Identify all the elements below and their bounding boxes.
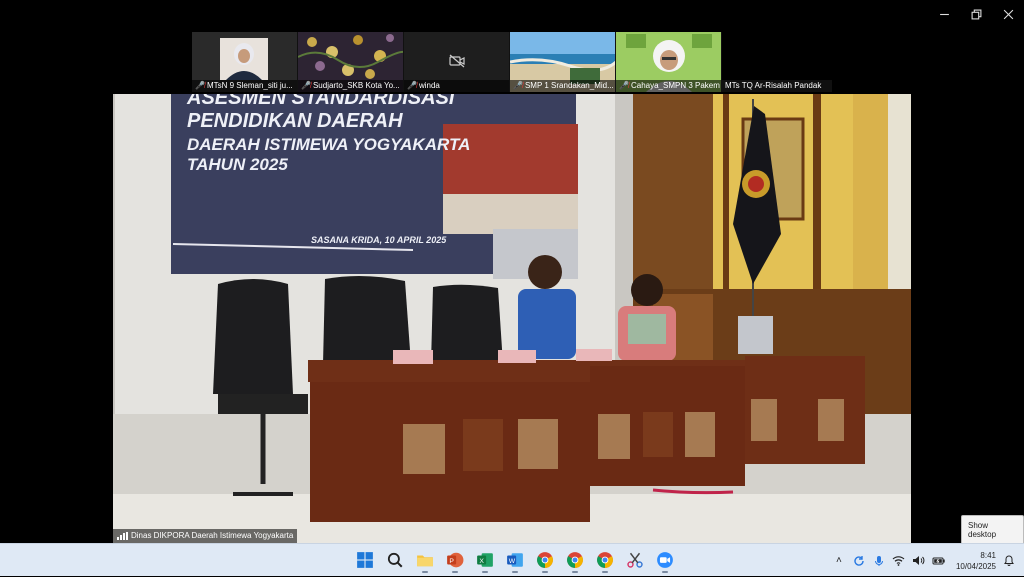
window-controls xyxy=(928,0,1024,28)
signal-strength-icon xyxy=(117,532,128,540)
participant-name: 🎤̸ SMP 1 Srandakan_Mid... xyxy=(510,80,615,92)
participant-tile[interactable]: 🎤̸ SMP 1 Srandakan_Mid... xyxy=(510,32,616,92)
participant-name: MTs TQ Ar-Risalah Pandak xyxy=(722,80,832,92)
close-icon xyxy=(1003,9,1013,19)
chrome-icon[interactable] xyxy=(562,547,588,573)
restore-icon xyxy=(971,9,981,19)
notification-bell-icon[interactable] xyxy=(1002,554,1016,568)
minimize-button[interactable] xyxy=(928,0,960,28)
slide-line-3: DAERAH ISTIMEWA YOGYAKARTA xyxy=(187,135,471,154)
chrome-icon[interactable] xyxy=(592,547,618,573)
show-desktop-tooltip: Show desktop xyxy=(961,515,1024,545)
participant-tile[interactable]: 🎤̸ Cahaya_SMPN 3 Pakem xyxy=(616,32,722,92)
sync-icon[interactable] xyxy=(852,554,866,568)
participant-tile[interactable]: 🎤̸ winda xyxy=(404,32,510,92)
close-button[interactable] xyxy=(992,0,1024,28)
maximize-button[interactable] xyxy=(960,0,992,28)
zoom-icon[interactable] xyxy=(652,547,678,573)
speaker-icon[interactable] xyxy=(912,554,926,568)
participant-tile[interactable]: MTs TQ Ar-Risalah Pandak xyxy=(722,32,832,92)
battery-icon[interactable] xyxy=(932,554,946,568)
svg-text:X: X xyxy=(479,558,484,565)
powerpoint-icon[interactable]: P xyxy=(442,547,468,573)
participant-name: 🎤̸ MTsN 9 Sleman_siti ju... xyxy=(192,80,297,92)
microphone-icon[interactable] xyxy=(872,554,886,568)
participant-tile[interactable]: 🎤̸ MTsN 9 Sleman_siti ju... xyxy=(192,32,298,92)
slide-line-4: TAHUN 2025 xyxy=(187,154,288,174)
chrome-icon[interactable] xyxy=(532,547,558,573)
excel-icon[interactable]: X xyxy=(472,547,498,573)
participant-tile[interactable]: 🎤̸ Sudjarto_SKB Kota Yo... xyxy=(298,32,404,92)
clock-date: 10/04/2025 xyxy=(955,561,996,571)
svg-text:P: P xyxy=(449,558,454,565)
word-icon[interactable]: W xyxy=(502,547,528,573)
mic-muted-icon: 🎤̸ xyxy=(195,81,205,90)
clock-time: 8:41 xyxy=(980,550,996,560)
speaker-name-label: Dinas DIKPORA Daerah Istimewa Yogyakarta xyxy=(113,529,298,543)
mic-muted-icon: 🎤̸ xyxy=(301,81,311,90)
participant-name: 🎤̸ Sudjarto_SKB Kota Yo... xyxy=(298,80,403,92)
snipping-tool-icon[interactable] xyxy=(622,547,648,573)
system-clock[interactable]: 8:41 10/04/2025 xyxy=(956,550,996,572)
system-tray: ˄ 8:41 10/04/2025 xyxy=(832,544,1016,577)
participant-name: 🎤̸ winda xyxy=(404,80,509,92)
chevron-up-icon[interactable]: ˄ xyxy=(832,554,846,568)
minimize-icon xyxy=(939,13,949,15)
windows-taskbar: P X W ˄ 8:41 10/04/2025 xyxy=(0,543,1024,576)
participant-name: 🎤̸ Cahaya_SMPN 3 Pakem xyxy=(616,80,721,92)
wifi-icon[interactable] xyxy=(892,554,906,568)
participant-gallery: 🎤̸ MTsN 9 Sleman_siti ju... 🎤̸ Sudjarto_SK… xyxy=(192,32,832,92)
mic-muted-icon: 🎤̸ xyxy=(619,81,629,90)
windows-start-icon[interactable] xyxy=(352,547,378,573)
active-speaker-video: ASESMEN STANDARDISASI PENDIDIKAN DAERAH … xyxy=(113,94,911,543)
mic-muted-icon: 🎤̸ xyxy=(513,81,523,90)
zoom-window: 🎤̸ MTsN 9 Sleman_siti ju... 🎤̸ Sudjarto_SK… xyxy=(0,0,1024,543)
slide-footer: SASANA KRIDA, 10 APRIL 2025 xyxy=(311,235,447,245)
taskbar-apps: P X W xyxy=(352,547,678,573)
mic-muted-icon: 🎤̸ xyxy=(407,81,417,90)
slide-text: ASESMEN STANDARDISASI PENDIDIKAN DAERAH … xyxy=(187,94,507,174)
search-icon[interactable] xyxy=(382,547,408,573)
slide-line-2: PENDIDIKAN DAERAH xyxy=(187,110,403,132)
slide-line-1: ASESMEN STANDARDISASI xyxy=(187,94,455,109)
file-explorer-icon[interactable] xyxy=(412,547,438,573)
video-off-icon xyxy=(449,54,465,68)
svg-text:W: W xyxy=(509,558,516,565)
